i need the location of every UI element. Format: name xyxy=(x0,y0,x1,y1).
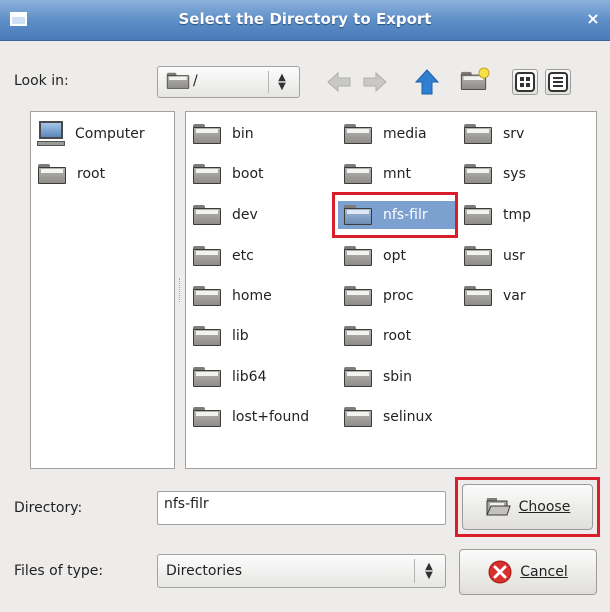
folder-icon xyxy=(343,245,373,267)
folder-icon xyxy=(463,204,493,226)
choose-button-label: Choose xyxy=(518,499,571,515)
places-item-label: Computer xyxy=(75,126,145,142)
combo-arrows-icon: ▲ ▼ xyxy=(425,561,433,581)
window-title: Select the Directory to Export xyxy=(178,10,432,28)
places-pane: Computer root xyxy=(30,111,175,469)
cancel-button[interactable]: Cancel xyxy=(459,549,597,595)
list-item[interactable]: usr xyxy=(463,244,583,268)
list-item[interactable]: opt xyxy=(343,244,458,268)
list-item[interactable]: sbin xyxy=(343,365,458,389)
look-in-path: / xyxy=(193,73,198,89)
places-item-computer[interactable]: Computer xyxy=(37,121,171,147)
folder-icon xyxy=(343,406,373,428)
cancel-icon xyxy=(488,560,512,584)
forward-arrow-icon[interactable] xyxy=(362,69,388,95)
file-name: mnt xyxy=(383,166,411,182)
directory-input[interactable]: nfs-filr xyxy=(157,491,446,525)
folder-icon xyxy=(192,163,222,185)
file-name: boot xyxy=(232,166,264,182)
folder-icon xyxy=(343,123,373,145)
list-item[interactable]: var xyxy=(463,284,583,308)
folder-icon xyxy=(463,245,493,267)
folder-icon xyxy=(463,163,493,185)
selection-highlight-box xyxy=(332,192,458,238)
list-item[interactable]: sys xyxy=(463,162,583,186)
combo-arrows-icon: ▲ ▼ xyxy=(278,72,286,92)
places-item-root[interactable]: root xyxy=(37,162,171,186)
file-name: lib xyxy=(232,328,249,344)
directory-label: Directory: xyxy=(14,500,83,516)
files-of-type-label: Files of type: xyxy=(14,563,104,579)
file-name: lost+found xyxy=(232,409,310,425)
file-name: sys xyxy=(503,166,526,182)
file-name: sbin xyxy=(383,369,412,385)
folder-icon xyxy=(192,406,222,428)
close-icon[interactable]: × xyxy=(584,10,602,28)
list-item[interactable]: root xyxy=(343,324,458,348)
folder-icon xyxy=(192,204,222,226)
icon-view-icon[interactable] xyxy=(512,69,538,95)
up-arrow-icon[interactable] xyxy=(414,68,440,95)
computer-icon xyxy=(37,121,65,147)
places-item-label: root xyxy=(77,166,106,182)
folder-icon xyxy=(463,123,493,145)
list-item[interactable]: proc xyxy=(343,284,458,308)
look-in-label: Look in: xyxy=(14,73,69,89)
list-view-icon[interactable] xyxy=(545,69,571,95)
list-item[interactable]: home xyxy=(192,284,332,308)
new-folder-icon[interactable] xyxy=(460,67,492,95)
file-name: root xyxy=(383,328,412,344)
list-item[interactable]: lost+found xyxy=(192,405,332,429)
folder-icon xyxy=(343,163,373,185)
list-item[interactable]: media xyxy=(343,122,458,146)
list-item[interactable]: lib64 xyxy=(192,365,332,389)
file-name: bin xyxy=(232,126,254,142)
list-item[interactable]: selinux xyxy=(343,405,458,429)
file-name: proc xyxy=(383,288,414,304)
back-arrow-icon[interactable] xyxy=(326,69,352,95)
folder-icon xyxy=(343,366,373,388)
files-of-type-value: Directories xyxy=(166,563,243,579)
file-name: var xyxy=(503,288,526,304)
folder-icon xyxy=(463,285,493,307)
folder-icon xyxy=(343,325,373,347)
choose-button[interactable]: Choose xyxy=(462,484,593,530)
file-name: dev xyxy=(232,207,258,223)
folder-icon xyxy=(166,72,190,89)
folder-icon xyxy=(192,123,222,145)
file-name: tmp xyxy=(503,207,532,223)
list-item[interactable]: lib xyxy=(192,324,332,348)
cancel-button-label: Cancel xyxy=(520,564,568,580)
folder-icon xyxy=(192,285,222,307)
files-pane: bin boot dev etc home lib lib64 lost+fou… xyxy=(185,111,597,469)
file-name: srv xyxy=(503,126,525,142)
list-item[interactable]: etc xyxy=(192,244,332,268)
list-item[interactable]: boot xyxy=(192,162,332,186)
folder-icon xyxy=(192,245,222,267)
list-item[interactable]: dev xyxy=(192,203,332,227)
list-item[interactable]: srv xyxy=(463,122,583,146)
file-name: home xyxy=(232,288,272,304)
open-folder-icon xyxy=(485,498,511,516)
list-item[interactable]: tmp xyxy=(463,203,583,227)
file-name: usr xyxy=(503,248,525,264)
list-item[interactable]: bin xyxy=(192,122,332,146)
file-name: media xyxy=(383,126,427,142)
pane-resize-handle[interactable] xyxy=(179,278,182,302)
folder-icon xyxy=(37,163,67,185)
file-name: selinux xyxy=(383,409,433,425)
folder-icon xyxy=(343,285,373,307)
files-of-type-select[interactable]: Directories ▲ ▼ xyxy=(157,554,446,588)
list-item[interactable]: mnt xyxy=(343,162,458,186)
look-in-combo[interactable]: / ▲ ▼ xyxy=(157,66,300,98)
file-name: opt xyxy=(383,248,406,264)
folder-icon xyxy=(192,325,222,347)
folder-icon xyxy=(192,366,222,388)
file-name: etc xyxy=(232,248,254,264)
file-name: lib64 xyxy=(232,369,267,385)
title-bar: Select the Directory to Export × xyxy=(0,0,610,41)
